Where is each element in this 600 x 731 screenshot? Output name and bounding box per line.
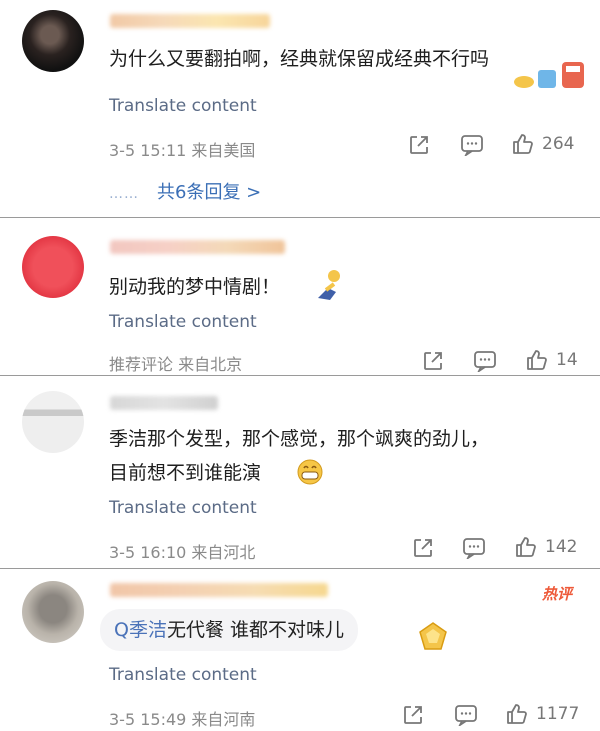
translate-link[interactable]: Translate content: [109, 498, 257, 518]
share-button[interactable]: [412, 537, 434, 559]
like-count: 1177: [536, 704, 580, 724]
comment-button[interactable]: [460, 134, 484, 156]
comment-icon: [463, 538, 485, 559]
thumbs-up-icon: [513, 134, 533, 154]
share-icon: [410, 136, 428, 154]
like-button[interactable]: 264: [512, 133, 574, 155]
comment-meta: 3-5 15:11 来自美国: [109, 141, 256, 160]
translate-link[interactable]: Translate content: [109, 312, 257, 332]
username-blurred[interactable]: [110, 14, 270, 28]
comment-card-3: 季洁那个发型，那个感觉，那个飒爽的劲儿， 目前想不到谁能演 Translate …: [0, 376, 600, 569]
share-button[interactable]: [408, 134, 430, 156]
thumbs-up-icon: [507, 704, 527, 724]
like-count: 142: [545, 537, 578, 557]
grin-emoji-icon: [297, 459, 323, 485]
share-icon: [404, 706, 422, 724]
reply-dots: ……: [109, 186, 139, 202]
translate-link[interactable]: Translate content: [109, 665, 257, 685]
username-blurred[interactable]: [110, 240, 285, 254]
avatar[interactable]: [22, 391, 84, 453]
dancing-figure-sticker-icon: [318, 270, 340, 300]
share-icon: [424, 352, 442, 370]
like-count: 14: [556, 350, 578, 370]
thumbs-up-icon: [516, 537, 536, 557]
comment-card-1: 为什么又要翻拍啊，经典就保留成经典不行吗 Translate content 3…: [0, 0, 600, 218]
comment-text-line-2: 目前想不到谁能演: [109, 462, 262, 484]
like-button[interactable]: 142: [515, 536, 577, 558]
avatar[interactable]: [22, 10, 84, 72]
comment-text: 别动我的梦中情剧！: [109, 276, 281, 298]
comment-meta: 推荐评论 来自北京: [109, 355, 243, 374]
comment-card-2: 别动我的梦中情剧！ Translate content 推荐评论 来自北京 14: [0, 218, 600, 376]
comment-icon: [455, 705, 477, 726]
comment-meta: 3-5 16:10 来自河北: [109, 543, 256, 562]
avatar[interactable]: [22, 236, 84, 298]
comment-button[interactable]: [462, 537, 486, 559]
avatar[interactable]: [22, 581, 84, 643]
comment-icon: [474, 351, 496, 372]
translate-link[interactable]: Translate content: [109, 96, 257, 116]
share-icon: [414, 539, 432, 557]
hot-comment-badge: 热评: [541, 585, 572, 603]
comment-text-line-1: 季洁那个发型，那个感觉，那个飒爽的劲儿，: [109, 428, 490, 450]
topic-tag-link[interactable]: Q季洁: [114, 619, 167, 641]
like-count: 264: [542, 134, 575, 154]
comment-button[interactable]: [454, 704, 478, 726]
gem-sticker-icon: [419, 622, 447, 650]
view-replies-link[interactable]: …… 共6条回复 >: [109, 178, 261, 204]
username-blurred[interactable]: [110, 583, 328, 597]
comment-meta: 3-5 15:49 来自河南: [109, 710, 256, 729]
comment-card-4: 热评 Q季洁无代餐 谁都不对味儿 Translate content 3-5 1…: [0, 569, 600, 731]
thumbs-up-icon: [527, 350, 547, 370]
share-button[interactable]: [402, 704, 424, 726]
comment-text: 为什么又要翻拍啊，经典就保留成经典不行吗: [109, 48, 490, 70]
share-button[interactable]: [422, 350, 444, 372]
comment-icon: [461, 135, 483, 156]
username-blurred[interactable]: [110, 396, 218, 410]
comment-text: 无代餐 谁都不对味儿: [166, 619, 345, 641]
reply-count-label: 共6条回复 >: [157, 182, 262, 203]
comment-text-bubble: Q季洁无代餐 谁都不对味儿: [100, 609, 359, 651]
like-button[interactable]: 1177: [506, 703, 579, 725]
comment-button[interactable]: [473, 350, 497, 372]
breakfast-sticker-icon: [514, 62, 584, 88]
like-button[interactable]: 14: [526, 349, 578, 371]
